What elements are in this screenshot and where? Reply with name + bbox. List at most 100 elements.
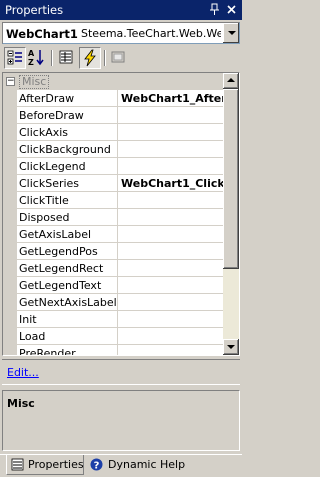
property-value-cell[interactable]: WebChart1_ClickSe [117,175,224,192]
property-name: GetLegendRect [19,262,104,275]
row-gutter [3,90,17,107]
category-row-misc[interactable]: − Misc [3,73,224,90]
row-gutter [3,243,17,260]
property-value-cell[interactable] [117,243,224,260]
svg-text:?: ? [94,461,100,472]
properties-title-bar[interactable]: Properties [0,0,242,20]
category-label: Misc [19,75,50,89]
toolbar-separator [104,50,106,66]
property-row[interactable]: GetLegendRect [3,260,224,277]
property-value-cell[interactable] [117,141,224,158]
row-gutter [3,345,17,355]
property-pages-icon [111,51,125,63]
row-gutter [3,277,17,294]
categorized-button[interactable] [4,47,26,69]
property-name: GetLegendPos [19,245,98,258]
property-value-cell[interactable] [117,311,224,328]
property-value-cell[interactable] [117,277,224,294]
svg-text:A: A [28,49,35,58]
row-gutter [3,192,17,209]
description-pane: Misc [2,390,240,451]
property-value-cell[interactable] [117,226,224,243]
scroll-up-button[interactable] [223,73,239,89]
property-row[interactable]: GetAxisLabel [3,226,224,243]
property-grid[interactable]: − Misc AfterDraw WebChart1_AfterD BeforeDr… [2,72,240,356]
row-gutter [3,124,17,141]
selector-dropdown-button[interactable] [222,23,239,43]
property-value-cell[interactable] [117,107,224,124]
property-row[interactable]: ClickSeries WebChart1_ClickSe [3,175,224,192]
property-name: Disposed [19,211,70,224]
property-row[interactable]: Load [3,328,224,345]
tab-properties[interactable]: Properties [6,455,84,475]
object-selector[interactable]: WebChart1 Steema.TeeChart.Web.WebC [2,22,240,44]
collapse-icon[interactable]: − [6,77,15,86]
alphabetical-button[interactable]: A Z [26,47,48,69]
tab-label: Dynamic Help [108,458,186,471]
properties-icon [59,50,73,64]
property-row[interactable]: PreRender [3,345,224,356]
property-name: GetNextAxisLabel [19,296,117,309]
row-gutter [3,209,17,226]
property-name: ClickAxis [19,126,69,139]
property-row[interactable]: ClickLegend [3,158,224,175]
vertical-scrollbar[interactable] [223,73,239,355]
property-value-cell[interactable] [117,294,224,311]
row-gutter [3,141,17,158]
property-row[interactable]: ClickTitle [3,192,224,209]
property-value-cell[interactable]: WebChart1_AfterD [117,90,224,107]
property-value-cell[interactable] [117,158,224,175]
close-icon[interactable] [225,3,238,16]
row-gutter [3,226,17,243]
property-row[interactable]: GetLegendText [3,277,224,294]
property-row[interactable]: AfterDraw WebChart1_AfterD [3,90,224,107]
alphabetical-icon: A Z [28,49,44,67]
scrollbar-thumb[interactable] [223,89,239,269]
object-name: WebChart1 [6,27,78,41]
property-name: BeforeDraw [19,109,84,122]
properties-tab-icon [11,458,24,471]
row-gutter [3,158,17,175]
description-title: Misc [7,397,35,410]
property-row[interactable]: Init [3,311,224,328]
property-row[interactable]: ClickBackground [3,141,224,158]
property-value-cell[interactable] [117,209,224,226]
events-icon [84,49,96,67]
property-row[interactable]: GetNextAxisLabel [3,294,224,311]
events-button[interactable] [79,47,101,69]
property-value-cell[interactable] [117,124,224,141]
property-value-cell[interactable] [117,345,224,355]
row-gutter [3,328,17,345]
property-name: AfterDraw [19,92,75,105]
row-gutter [3,260,17,277]
property-name: ClickTitle [19,194,69,207]
row-gutter [3,294,17,311]
property-row[interactable]: BeforeDraw [3,107,224,124]
property-row[interactable]: GetLegendPos [3,243,224,260]
chevron-down-icon [228,31,236,35]
commands-pane: Edit... [2,359,240,385]
help-icon: ? [90,458,103,471]
property-name: Init [19,313,37,326]
pin-icon[interactable] [208,3,221,16]
property-row[interactable]: ClickAxis [3,124,224,141]
property-name: PreRender [19,347,76,356]
tab-dynamic-help[interactable]: ? Dynamic Help [88,455,186,475]
categorized-icon [7,50,22,65]
row-gutter [3,311,17,328]
edit-link[interactable]: Edit... [7,366,39,379]
property-value: WebChart1_AfterD [121,92,224,105]
scroll-down-button[interactable] [223,339,239,355]
property-value-cell[interactable] [117,192,224,209]
property-row[interactable]: Disposed [3,209,224,226]
window-title: Properties [5,3,64,17]
property-value-cell[interactable] [117,328,224,345]
property-name: GetAxisLabel [19,228,92,241]
svg-text:Z: Z [28,58,34,67]
properties-button[interactable] [56,47,78,69]
property-name: ClickSeries [19,177,80,190]
property-value: WebChart1_ClickSe [121,177,224,190]
property-pages-button[interactable] [108,47,130,69]
property-value-cell[interactable] [117,260,224,277]
property-name: ClickLegend [19,160,86,173]
